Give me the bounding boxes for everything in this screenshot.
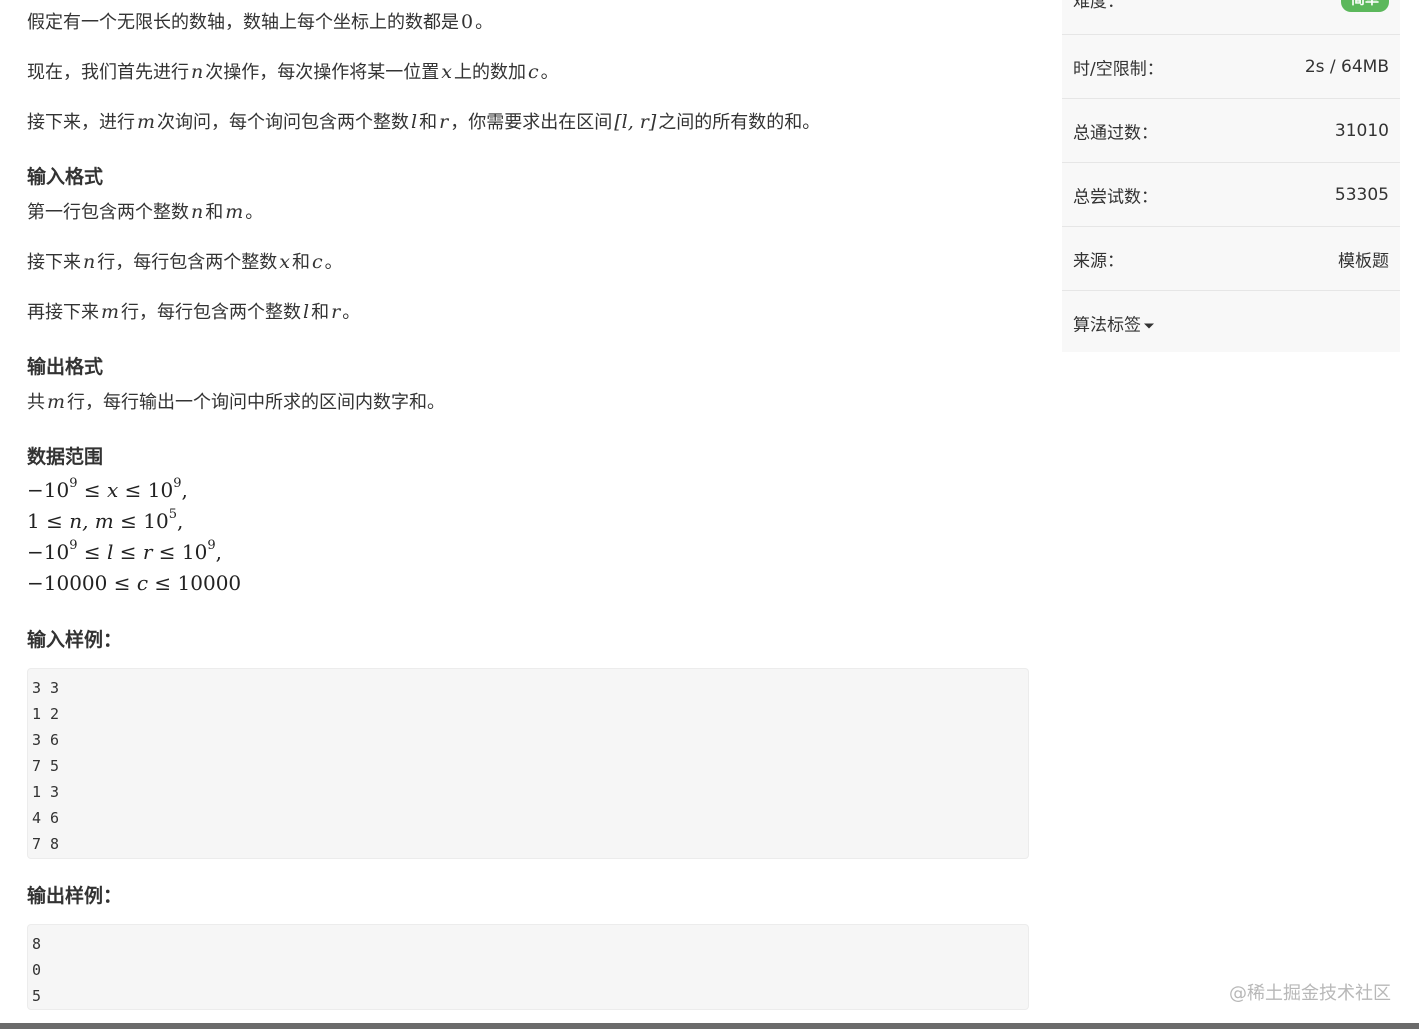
watermark: @稀土掘金技术社区: [1229, 983, 1391, 1004]
limit-value: 2s / 64MB: [1304, 56, 1389, 77]
attempts-label: 总尝试数：: [1073, 187, 1158, 207]
limit-label: 时/空限制：: [1073, 59, 1164, 79]
algorithm-tags-toggle[interactable]: 算法标签: [1073, 311, 1154, 336]
caret-down-icon: [1144, 323, 1154, 328]
range-line-2: 1 ≤ n, m ≤ 105,: [27, 507, 184, 533]
difficulty-badge: 简单: [1341, 0, 1389, 12]
input-line-1: 第一行包含两个整数 n 和 m。: [27, 201, 264, 223]
problem-info-panel: 难度： 简单 时/空限制： 2s / 64MB 总通过数： 31010 总尝试数…: [1062, 0, 1400, 352]
input-line-3: 再接下来 m 行，每行包含两个整数 l 和 r。: [27, 301, 361, 323]
time-memory-limit-row: 时/空限制： 2s / 64MB: [1062, 35, 1400, 99]
algorithm-tags-row[interactable]: 算法标签: [1062, 291, 1400, 355]
source-value[interactable]: 模板题: [1338, 246, 1389, 271]
code-line: 4 6: [32, 809, 60, 827]
code-line: 1 2: [32, 705, 60, 723]
sample-input-block[interactable]: 3 3 1 2 3 6 7 5 1 3 4 6 7 8: [27, 668, 1029, 859]
code-line: 3 3: [32, 679, 60, 697]
source-label: 来源：: [1073, 251, 1124, 271]
code-line: 7 8: [32, 835, 60, 853]
code-line: 8: [32, 935, 42, 953]
passed-value: 31010: [1334, 120, 1389, 141]
source-row: 来源： 模板题: [1062, 227, 1400, 291]
problem-paragraph-2: 现在，我们首先进行 n 次操作，每次操作将某一位置 x 上的数加 c。: [27, 61, 559, 83]
range-line-1: −109 ≤ x ≤ 109,: [27, 476, 188, 502]
input-line-2: 接下来 n 行，每行包含两个整数 x 和 c。: [27, 251, 343, 273]
range-line-3: −109 ≤ l ≤ r ≤ 109,: [27, 538, 222, 564]
passed-label: 总通过数：: [1073, 123, 1158, 143]
output-line-1: 共 m 行，每行输出一个询问中所求的区间内数字和。: [27, 391, 446, 413]
problem-paragraph-3: 接下来，进行 m 次询问，每个询问包含两个整数 l 和 r ，你需要求出在区间 [l, r] 之…: [27, 111, 821, 133]
code-line: 5: [32, 987, 42, 1005]
attempts-value: 53305: [1334, 184, 1389, 205]
bottom-scrollbar-edge: [0, 1023, 1419, 1029]
sample-output-block[interactable]: 8 0 5: [27, 924, 1029, 1010]
range-line-4: −10000 ≤ c ≤ 10000: [27, 571, 242, 595]
code-line: 1 3: [32, 783, 60, 801]
code-line: 0: [32, 961, 42, 979]
data-range-heading: 数据范围: [27, 446, 104, 468]
sample-output-heading: 输出样例：: [27, 885, 123, 907]
output-format-heading: 输出格式: [27, 356, 104, 378]
input-format-heading: 输入格式: [27, 166, 104, 188]
total-passed-row: 总通过数： 31010: [1062, 99, 1400, 163]
code-line: 3 6: [32, 731, 60, 749]
difficulty-row: 难度： 简单: [1062, 0, 1400, 35]
code-line: 7 5: [32, 757, 60, 775]
sample-input-heading: 输入样例：: [27, 629, 123, 651]
difficulty-label: 难度：: [1073, 0, 1124, 12]
problem-paragraph-1: 假定有一个无限长的数轴，数轴上每个坐标上的数都是 0。: [27, 11, 494, 33]
total-attempts-row: 总尝试数： 53305: [1062, 163, 1400, 227]
